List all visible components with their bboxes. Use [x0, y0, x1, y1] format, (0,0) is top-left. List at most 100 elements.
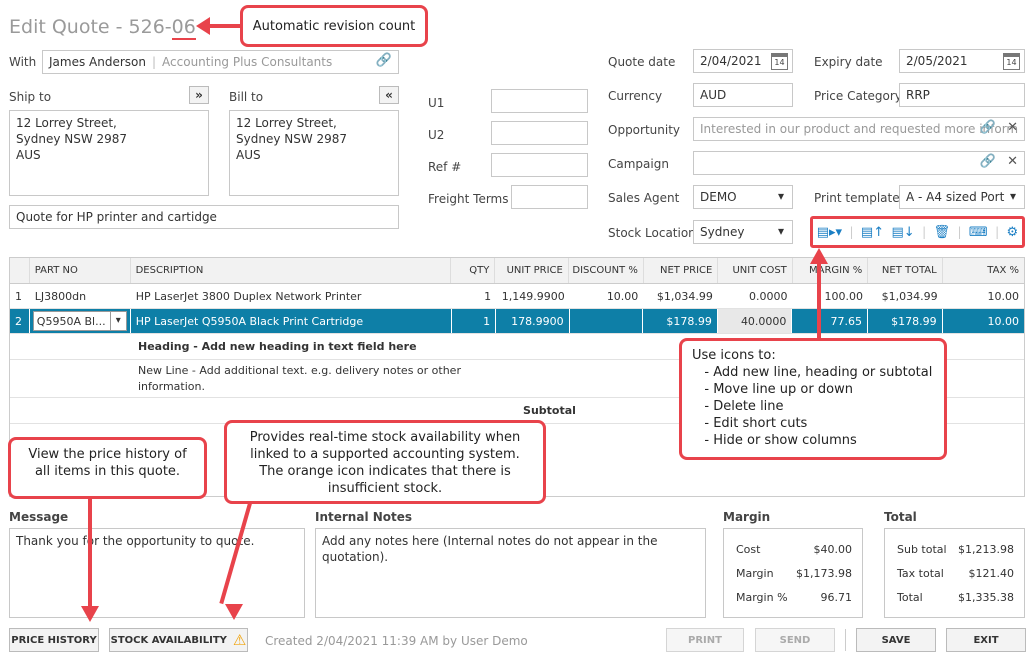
divider	[845, 629, 846, 651]
qty-cell[interactable]: 1	[452, 309, 497, 333]
campaign-input[interactable]: 🔗 ✕	[693, 151, 1025, 175]
margin-value: $1,173.98	[796, 566, 852, 580]
margin-cell[interactable]: 77.65	[792, 309, 868, 333]
col-margin[interactable]: MARGIN %	[793, 258, 869, 283]
discount-cell[interactable]	[570, 309, 644, 333]
freight-input[interactable]	[511, 185, 588, 209]
warning-icon: ⚠	[232, 631, 247, 649]
part-no-cell[interactable]: LJ3800dn	[30, 284, 131, 308]
link-icon[interactable]: 🔗	[980, 120, 996, 135]
expiry-date-input[interactable]: 2/05/2021 14	[899, 49, 1025, 73]
col-discount[interactable]: DISCOUNT %	[569, 258, 644, 283]
stock-availability-label: STOCK AVAILABILITY	[110, 634, 227, 646]
ref-input[interactable]	[491, 153, 588, 177]
u2-input[interactable]	[491, 121, 588, 145]
description-cell[interactable]: HP LaserJet Q5950A Black Print Cartridge	[131, 309, 452, 333]
campaign-label: Campaign	[608, 157, 669, 171]
col-tax[interactable]: TAX %	[943, 258, 1024, 283]
unit-cost-cell[interactable]: 40.0000	[717, 309, 793, 333]
price-category-input[interactable]: RRP	[899, 83, 1025, 107]
freight-label: Freight Terms	[428, 192, 509, 206]
unit-price-cell[interactable]: 178.9900	[496, 309, 570, 333]
unit-price-cell[interactable]: 1,149.9900	[496, 284, 570, 308]
expiry-date-value: 2/05/2021	[906, 54, 968, 68]
currency-input[interactable]: AUD	[693, 83, 793, 107]
u1-input[interactable]	[491, 89, 588, 113]
col-net-total[interactable]: NET TOTAL	[868, 258, 943, 283]
add-line-icon[interactable]: ▤▸▾	[817, 225, 842, 240]
bill-to-address[interactable]: 12 Lorrey Street, Sydney NSW 2987 AUS	[229, 110, 399, 196]
ship-to-label: Ship to	[9, 90, 52, 104]
table-row-selected[interactable]: 2 Q5950A Bl... ▾ HP LaserJet Q5950A Blac…	[10, 309, 1024, 334]
margin-cell[interactable]: 100.00	[792, 284, 868, 308]
move-down-icon[interactable]: ▤↓	[892, 225, 915, 240]
annotation-icons: Use icons to: - Add new line, heading or…	[679, 338, 947, 460]
margin-row: Margin $1,173.98	[724, 561, 862, 585]
margin-box: Cost $40.00 Margin $1,173.98 Margin % 96.71	[723, 528, 863, 618]
grid-header: PART NO DESCRIPTION QTY UNIT PRICE DISCO…	[10, 258, 1024, 284]
opportunity-input[interactable]: Interested in our product and requested …	[693, 117, 1025, 141]
col-net-price[interactable]: NET PRICE	[644, 258, 719, 283]
tax-total-label: Tax total	[897, 566, 944, 580]
col-unit-price[interactable]: UNIT PRICE	[495, 258, 569, 283]
arrow	[817, 262, 821, 338]
margin-pct-label: Margin %	[736, 590, 788, 604]
delete-icon[interactable]: 🗑	[934, 225, 951, 240]
calendar-icon[interactable]: 14	[1003, 53, 1020, 70]
net-price-cell[interactable]: $178.99	[643, 309, 718, 333]
col-qty[interactable]: QTY	[451, 258, 496, 283]
tax-cell[interactable]: 10.00	[943, 284, 1024, 308]
col-part-no[interactable]: PART NO	[30, 258, 131, 283]
link-icon[interactable]: 🔗	[980, 154, 996, 169]
price-history-button[interactable]: PRICE HISTORY	[9, 628, 99, 652]
keyboard-icon[interactable]: ⌨	[969, 225, 988, 240]
clear-icon[interactable]: ✕	[1007, 120, 1018, 135]
page-title: Edit Quote - 526-06	[9, 16, 196, 40]
with-field[interactable]: James Anderson | Accounting Plus Consult…	[42, 50, 399, 74]
heading-text[interactable]: Heading - Add new heading in text field …	[133, 334, 422, 359]
link-icon[interactable]: 🔗	[376, 53, 392, 68]
col-unit-cost[interactable]: UNIT COST	[718, 258, 793, 283]
bill-to-label: Bill to	[229, 90, 264, 104]
sales-agent-select[interactable]: DEMO	[693, 185, 793, 209]
table-row[interactable]: 1 LJ3800dn HP LaserJet 3800 Duplex Netwo…	[10, 284, 1024, 309]
total-label: Total	[884, 510, 917, 524]
quote-date-value: 2/04/2021	[700, 54, 762, 68]
subtotal-value: $1,213.98	[958, 542, 1014, 556]
send-button[interactable]: SEND	[755, 628, 835, 652]
net-total-cell[interactable]: $178.99	[868, 309, 943, 333]
gear-icon[interactable]: ⚙	[1007, 225, 1019, 240]
tax-cell[interactable]: 10.00	[943, 309, 1024, 333]
message-input[interactable]: Thank you for the opportunity to quote.	[9, 528, 305, 618]
quote-title-input[interactable]: Quote for HP printer and cartidge	[9, 205, 399, 229]
note-text[interactable]: New Line - Add additional text. e.g. del…	[133, 360, 466, 397]
print-template-label: Print template	[814, 191, 900, 205]
move-up-icon[interactable]: ▤↑	[861, 225, 884, 240]
part-no-cell[interactable]: Q5950A Bl... ▾	[30, 309, 131, 333]
chevron-down-icon[interactable]: ▾	[109, 312, 126, 330]
unit-cost-cell[interactable]: 0.0000	[718, 284, 793, 308]
exit-button[interactable]: EXIT	[946, 628, 1026, 652]
save-button[interactable]: SAVE	[856, 628, 936, 652]
ship-to-address[interactable]: 12 Lorrey Street, Sydney NSW 2987 AUS	[9, 110, 209, 196]
qty-cell[interactable]: 1	[452, 284, 496, 308]
net-price-cell[interactable]: $1,034.99	[643, 284, 718, 308]
net-total-cell[interactable]: $1,034.99	[868, 284, 943, 308]
copy-to-ship-icon[interactable]: «	[379, 86, 399, 104]
copy-to-bill-icon[interactable]: »	[189, 86, 209, 104]
calendar-icon[interactable]: 14	[771, 53, 788, 70]
quote-date-input[interactable]: 2/04/2021 14	[693, 49, 793, 73]
row-number-header	[10, 258, 30, 283]
stock-availability-button[interactable]: STOCK AVAILABILITY ⚠	[109, 628, 248, 652]
discount-cell[interactable]: 10.00	[570, 284, 644, 308]
cost-row: Cost $40.00	[724, 537, 862, 561]
description-cell[interactable]: HP LaserJet 3800 Duplex Network Printer	[131, 284, 452, 308]
col-description[interactable]: DESCRIPTION	[131, 258, 452, 283]
stock-location-select[interactable]: Sydney	[693, 220, 793, 244]
print-template-select[interactable]: A - A4 sized Port	[899, 185, 1025, 209]
ref-label: Ref #	[428, 160, 462, 174]
arrow-head	[81, 606, 99, 622]
clear-icon[interactable]: ✕	[1007, 154, 1018, 169]
internal-notes-input[interactable]: Add any notes here (Internal notes do no…	[315, 528, 706, 618]
print-button[interactable]: PRINT	[666, 628, 744, 652]
